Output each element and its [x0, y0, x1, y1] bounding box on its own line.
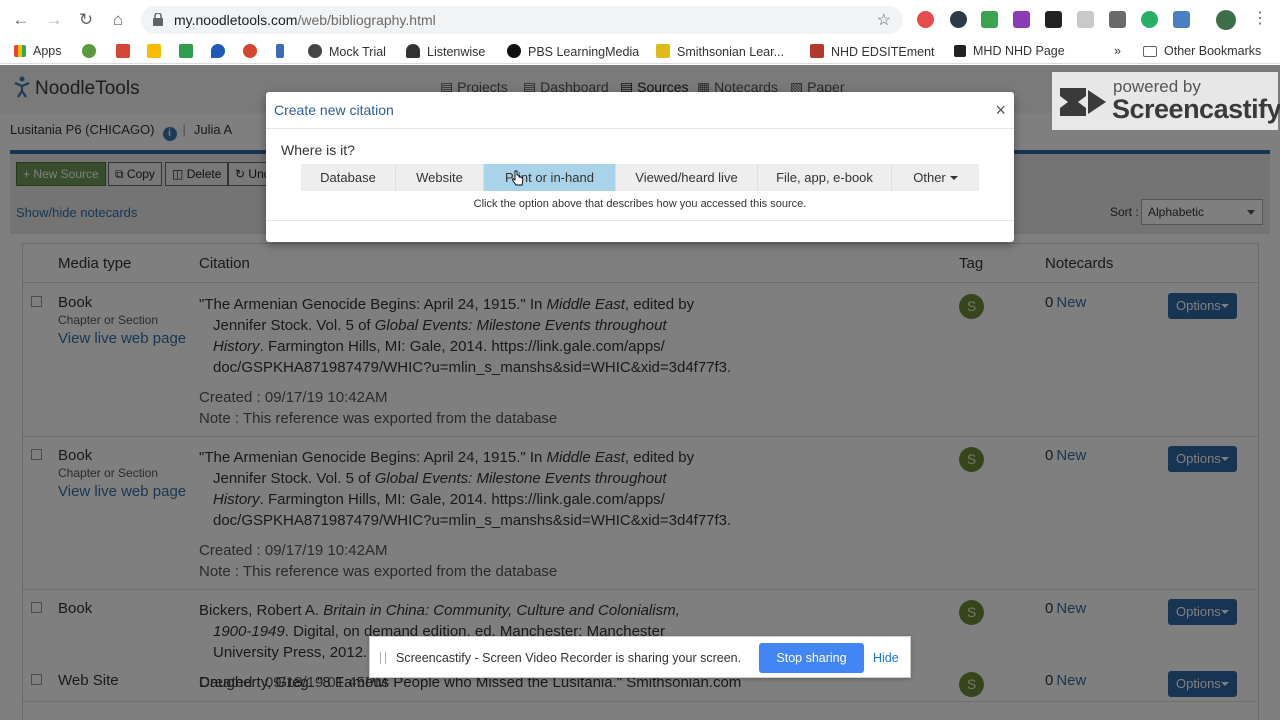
address-bar[interactable]: my.noodletools.com/web/bibliography.html…: [141, 6, 903, 34]
option-print-in-hand[interactable]: Print or in-hand: [484, 164, 616, 191]
option-website[interactable]: Website: [396, 164, 484, 191]
bookmark-star-icon[interactable]: ☆: [877, 10, 891, 30]
bookmark-mhd-nhd[interactable]: MHD NHD Page: [954, 44, 1065, 60]
bookmark-label: Other Bookmarks: [1164, 44, 1262, 58]
bookmark-label: NHD EDSITEment: [831, 45, 935, 59]
bookmark-figure[interactable]: [276, 44, 291, 60]
bookmark-label: MHD NHD Page: [973, 44, 1065, 58]
pbs-icon: [507, 44, 521, 58]
stop-sharing-button[interactable]: Stop sharing: [759, 643, 864, 673]
reload-icon[interactable]: ↻: [74, 8, 98, 32]
apps-grid-icon: [14, 45, 26, 57]
mhd-icon: [954, 45, 966, 57]
bookmark-label: PBS LearningMedia: [528, 45, 640, 59]
bookmark-drop[interactable]: [211, 44, 232, 60]
extension-reader-icon[interactable]: [1045, 11, 1062, 28]
where-question: Where is it?: [281, 142, 355, 158]
figure-icon: [276, 44, 284, 58]
browser-menu-icon[interactable]: ⋮: [1252, 8, 1268, 28]
bookmark-smithsonian[interactable]: Smithsonian Lear...: [656, 44, 784, 60]
extension-compass-icon[interactable]: [950, 11, 967, 28]
back-arrow-icon[interactable]: ←: [9, 8, 33, 32]
bookmark-mock-trial[interactable]: Mock Trial: [308, 44, 386, 60]
hide-banner-button[interactable]: Hide: [873, 651, 899, 665]
url-path: /web/bibliography.html: [297, 12, 436, 28]
leaf-icon: [82, 44, 96, 58]
bookmark-other[interactable]: Other Bookmarks: [1143, 44, 1261, 60]
extension-grammarly-icon[interactable]: [1141, 11, 1158, 28]
close-icon[interactable]: ×: [995, 100, 1006, 121]
bookmarks-bar: Apps Mock Trial Listenwise PBS LearningM…: [0, 40, 1280, 64]
classroom-icon: [179, 44, 193, 58]
chevron-down-icon: [949, 176, 958, 180]
lock-icon: [153, 13, 163, 26]
option-file-app-ebook[interactable]: File, app, e-book: [758, 164, 892, 191]
extension-books-icon[interactable]: [1013, 11, 1030, 28]
divider: [266, 128, 1014, 129]
bookmark-pbs[interactable]: PBS LearningMedia: [507, 44, 639, 60]
bookmarks-overflow[interactable]: »: [1114, 44, 1121, 60]
url-text: my.noodletools.com/web/bibliography.html: [174, 12, 436, 28]
bookmark-drive[interactable]: [147, 44, 168, 60]
pointer-cursor-icon: [512, 170, 524, 186]
bookmark-label: Smithsonian Lear...: [677, 45, 785, 59]
gmail-icon: [116, 44, 130, 58]
dialog-hint: Click the option above that describes ho…: [473, 198, 807, 210]
option-other-label: Other: [913, 170, 946, 185]
dialog-title: Create new citation: [274, 102, 394, 118]
screencastify-brand: Screencastify: [1112, 94, 1280, 124]
bookmark-leaf[interactable]: [82, 44, 103, 60]
screen-share-banner: Screencastify - Screen Video Recorder is…: [369, 636, 911, 678]
share-message: Screencastify - Screen Video Recorder is…: [396, 651, 742, 665]
option-viewed-heard-live[interactable]: Viewed/heard live: [616, 164, 758, 191]
bookmark-label: Mock Trial: [329, 45, 386, 59]
extension-translate-icon[interactable]: [1173, 11, 1190, 28]
extension-record-icon[interactable]: [917, 11, 934, 28]
drag-handle-icon[interactable]: [380, 652, 386, 664]
source-type-options: Database Website Print or in-hand Viewed…: [301, 164, 979, 191]
create-citation-dialog: Create new citation × Where is it? Datab…: [266, 92, 1014, 242]
bookmark-nhd-edsitement[interactable]: NHD EDSITEment: [810, 44, 935, 60]
smithsonian-icon: [656, 44, 670, 58]
home-icon[interactable]: ⌂: [106, 8, 130, 32]
extension-puzzle-icon[interactable]: [1077, 11, 1094, 28]
browser-toolbar: ← → ↻ ⌂ my.noodletools.com/web/bibliogra…: [0, 0, 1280, 40]
screencastify-watermark: powered by Screencastify: [1052, 72, 1280, 130]
bookmark-listenwise[interactable]: Listenwise: [406, 44, 485, 60]
drop-icon: [211, 44, 225, 58]
bookmark-gmail[interactable]: [116, 44, 137, 60]
profile-avatar[interactable]: [1216, 10, 1236, 30]
option-database[interactable]: Database: [301, 164, 396, 191]
edsitement-icon: [810, 44, 824, 58]
bookmark-label: Apps: [33, 44, 62, 58]
extension-classroom-icon[interactable]: [981, 11, 998, 28]
globe-icon: [308, 44, 322, 58]
forward-arrow-icon[interactable]: →: [42, 8, 66, 32]
extension-d-icon[interactable]: [1109, 11, 1126, 28]
screencastify-logo-icon: [1060, 88, 1106, 116]
folder-icon: [1143, 46, 1157, 57]
drive-icon: [147, 44, 161, 58]
bookmark-classroom[interactable]: [179, 44, 200, 60]
divider: [266, 220, 1014, 221]
bookmark-apps[interactable]: Apps: [14, 44, 62, 60]
option-other[interactable]: Other: [892, 164, 979, 191]
bookmark-label: Listenwise: [427, 45, 486, 59]
chrome-icon: [243, 44, 257, 58]
headphones-icon: [406, 44, 420, 58]
bookmark-chrome[interactable]: [243, 44, 264, 60]
url-host: my.noodletools.com: [174, 12, 298, 28]
